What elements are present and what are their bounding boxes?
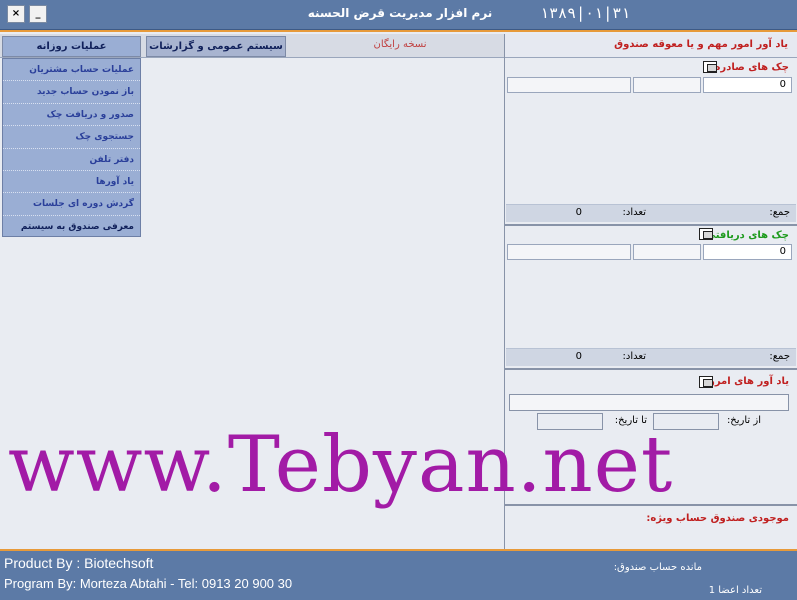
issued-checks-title: چک های صادره : [707,62,789,73]
menu-item-customer-accounts[interactable]: عمليات حساب مشتريان [3,59,140,82]
members-count: تعداد اعضا 1 [708,585,762,596]
issued-cell-1 [507,77,631,93]
menu-item-periodic-meetings[interactable]: گردش دوره ای جلسات [3,193,140,216]
watermark: www.Tebyan.net [8,420,674,510]
received-sum-label: جمع: [769,351,790,362]
menu-item-search-check[interactable]: جستجوی چک [3,126,140,149]
copy-icon[interactable] [699,376,713,388]
issued-cell-2 [633,77,701,93]
reminder-text-field[interactable] [509,394,789,411]
copy-icon[interactable] [703,61,717,73]
section-divider [505,368,797,370]
accent-rule [0,30,797,32]
current-date: ۱۳۸۹|۰۱|۳۱ [540,4,631,22]
tabs-row: عمليات روزانه سيستم عمومی و گزارشات نسخه… [0,34,504,58]
reminder-panel-header: ياد آور امور مهم و يا معوقه صندوق [505,34,797,58]
menu-item-open-new-account[interactable]: باز نمودن حساب جديد [3,81,140,104]
minimize-button[interactable]: _ [29,5,47,23]
title-bar: × _ نرم افزار مديريت قرض الحسنه ۱۳۸۹|۰۱|… [0,0,797,30]
issued-total-bar: جمع: تعداد: 0 [506,204,796,222]
product-credit: Product By : Biotechsoft [4,555,154,571]
received-cell-2 [633,244,701,260]
menu-item-reminders[interactable]: ياد آورها [3,171,140,194]
app-title: نرم افزار مديريت قرض الحسنه [307,6,493,20]
menu-item-phone-book[interactable]: دفتر تلفن [3,149,140,171]
menu-item-issue-receive-check[interactable]: صدور و دريافت چک [3,104,140,127]
close-button[interactable]: × [7,5,25,23]
tab-daily-operations[interactable]: عمليات روزانه [2,36,141,57]
special-account-balance-title: موجودی صندوق حساب ويژه: [646,513,789,524]
received-total-bar: جمع: تعداد: 0 [506,348,796,366]
copy-icon[interactable] [699,228,713,240]
received-value-cell: 0 [703,244,792,260]
footer: Product By : Biotechsoft Program By: Mor… [0,549,797,600]
issued-count-label: تعداد: [622,207,646,218]
received-cell-1 [507,244,631,260]
issued-sum-label: جمع: [769,207,790,218]
issued-count-value: 0 [575,207,582,218]
section-divider [505,224,797,226]
received-count-value: 0 [575,351,582,362]
fund-balance-label: مانده حساب صندوق: [613,562,702,573]
from-date-label: از تاريخ: [726,415,761,426]
daily-operations-menu: عمليات حساب مشتريان باز نمودن حساب جديد … [2,58,141,237]
received-count-label: تعداد: [622,351,646,362]
tab-general-system-reports[interactable]: سيستم عمومی و گزارشات [146,36,286,57]
menu-item-register-fund[interactable]: معرفی صندوق به سيستم [3,216,140,238]
programmer-credit: Program By: Morteza Abtahi - Tel: 0913 2… [4,576,293,591]
issued-value-cell: 0 [703,77,792,93]
edition-label: نسخه رايگان [373,39,427,50]
